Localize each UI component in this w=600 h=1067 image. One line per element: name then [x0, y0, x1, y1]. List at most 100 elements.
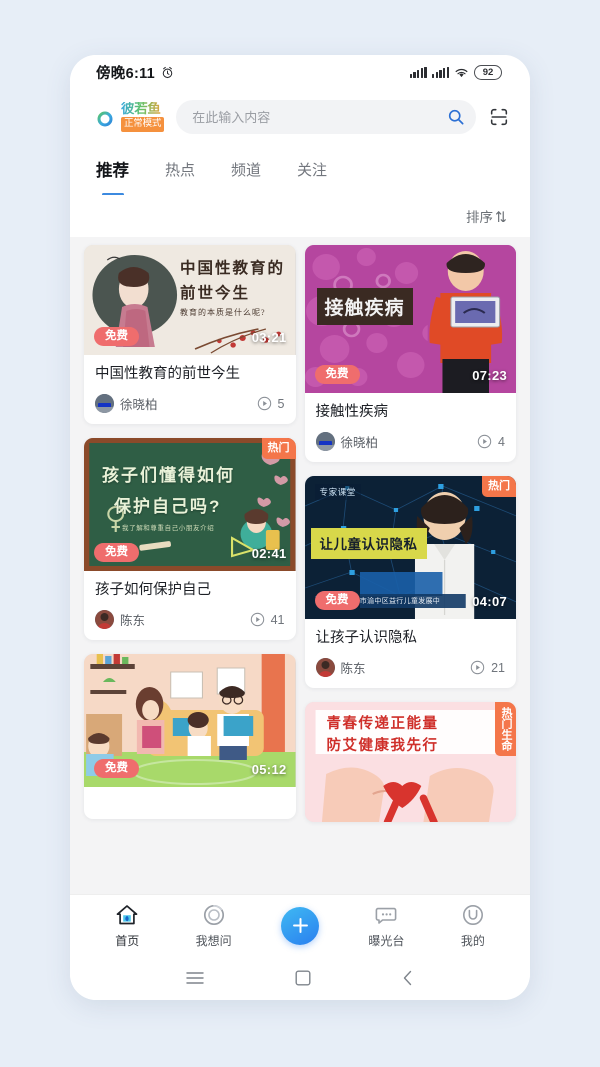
app-logo[interactable]: 彼若鱼 正常模式 — [92, 102, 165, 132]
card-author[interactable]: 徐晓柏 — [315, 432, 378, 452]
card-title: 让孩子认识隐私 — [315, 630, 418, 647]
card-title: 接触性疾病 — [315, 404, 389, 420]
video-thumbnail[interactable]: 专家课堂 让儿童认识隐私 庆市渝中区益行儿童发展中 热门 免费 04:07 — [304, 476, 516, 620]
user-icon — [460, 902, 486, 928]
sort-label: 排序 — [466, 210, 493, 225]
status-left: 傍晚6:11 — [96, 62, 174, 83]
free-badge: 免费 — [94, 326, 139, 346]
free-badge: 免费 — [94, 758, 139, 779]
sort-arrow-icon — [495, 210, 506, 223]
play-icon — [250, 612, 265, 627]
play-count-value: 21 — [491, 660, 505, 675]
category-tabs: 推荐 热点 频道 关注 — [70, 145, 530, 195]
tab-recommend[interactable]: 推荐 — [96, 157, 129, 183]
plus-icon[interactable] — [281, 906, 320, 945]
thumbnail-headline: 接触疾病 — [324, 298, 405, 319]
speech-bubble-icon — [373, 902, 399, 928]
tab-channel[interactable]: 频道 — [231, 159, 261, 182]
video-thumbnail[interactable]: 免费 05:12 — [84, 654, 296, 788]
card-meta: 孩子如何保护自己 陈东 41 — [84, 571, 296, 640]
play-count-value: 5 — [277, 396, 285, 411]
hot-badge: 热门生命 — [495, 702, 516, 757]
back-chevron-icon[interactable] — [402, 970, 414, 986]
scan-qr-icon[interactable] — [488, 106, 510, 128]
card-title: 孩子如何保护自己 — [95, 582, 211, 599]
nav-item-ask[interactable]: 我想问 — [170, 902, 256, 949]
square-home-icon[interactable] — [295, 970, 311, 986]
thumbnail-headline-2: 防艾健康我先行 — [326, 738, 439, 755]
search-bar[interactable] — [176, 100, 476, 134]
video-card[interactable]: 接触疾病 免费 07:23 接触性疾病 徐晓柏 4 — [304, 245, 517, 463]
card-title: 中国性教育的前世今生 — [95, 366, 240, 382]
grid-column-left: 中国性教育的 前世今生 教育的本质是什么呢? 免费 03:21 中国性教育的前世… — [84, 245, 296, 822]
card-footer: 陈东 21 — [315, 658, 505, 678]
video-thumbnail[interactable]: 孩子们懂得如何 保护自己吗? 我了解和尊重自己小朋友介绍 热门 免费 02:41 — [84, 438, 296, 572]
home-icon — [114, 902, 140, 928]
nav-label-ask: 我想问 — [195, 934, 232, 948]
author-name: 陈东 — [120, 614, 146, 629]
free-badge: 免费 — [94, 542, 139, 563]
card-meta: 接触性疾病 徐晓柏 4 — [305, 393, 517, 462]
hot-badge: 热门 — [482, 476, 516, 497]
video-thumbnail[interactable]: 青春传递正能量 防艾健康我先行 热门生命 — [304, 702, 516, 823]
circle-ask-icon — [201, 902, 227, 928]
video-feed: 排序 中国性教育的 前世今生 教育的本质是什么呢? 免费 03:21 中国性教育… — [70, 195, 530, 894]
card-meta — [84, 787, 296, 819]
app-bar: 彼若鱼 正常模式 — [70, 89, 530, 145]
search-icon[interactable] — [447, 108, 465, 126]
play-count: 21 — [470, 660, 505, 675]
author-name: 徐晓柏 — [120, 398, 158, 413]
menu-icon[interactable] — [185, 971, 204, 985]
battery-indicator: 92 — [474, 64, 502, 80]
video-card[interactable]: 专家课堂 让儿童认识隐私 庆市渝中区益行儿童发展中 热门 免费 04:07 让孩… — [304, 476, 516, 689]
card-author[interactable]: 陈东 — [315, 658, 366, 678]
signal-bars-icon-2 — [431, 66, 449, 78]
video-card[interactable]: 青春传递正能量 防艾健康我先行 热门生命 — [304, 702, 516, 823]
thumbnail-headline: 让儿童认识隐私 — [319, 537, 418, 553]
play-icon — [257, 396, 272, 411]
play-icon — [477, 434, 492, 449]
video-thumbnail[interactable]: 接触疾病 免费 07:23 — [304, 245, 516, 393]
nav-item-mine[interactable]: 我的 — [430, 902, 516, 949]
card-author[interactable]: 徐晓柏 — [95, 394, 158, 414]
page-root: 傍晚6:11 92 彼若鱼 正常模式 在此输入内容 推荐 热点 频道 关注 排序… — [0, 0, 600, 1067]
duration-label: 07:23 — [472, 368, 507, 383]
logo-name: 彼若鱼 — [121, 102, 164, 116]
sort-button[interactable]: 排序 — [466, 206, 506, 226]
free-badge: 免费 — [314, 590, 360, 611]
logo-text: 彼若鱼 正常模式 — [121, 102, 165, 132]
wifi-icon — [454, 66, 469, 78]
nav-label-exposure: 曝光台 — [368, 934, 405, 948]
status-bar: 傍晚6:11 92 — [70, 55, 530, 89]
tab-hot[interactable]: 热点 — [165, 159, 195, 182]
card-author[interactable]: 陈东 — [95, 610, 146, 630]
duration-label: 04:07 — [472, 594, 507, 610]
play-count-value: 4 — [498, 434, 505, 449]
free-badge: 免费 — [314, 364, 360, 384]
duration-label: 05:12 — [251, 762, 287, 778]
phone-frame: 傍晚6:11 92 彼若鱼 正常模式 在此输入内容 推荐 热点 频道 关注 排序… — [70, 55, 530, 1000]
nav-item-exposure[interactable]: 曝光台 — [343, 902, 429, 949]
video-card[interactable]: 中国性教育的 前世今生 教育的本质是什么呢? 免费 03:21 中国性教育的前世… — [84, 245, 296, 425]
system-navigation-bar — [70, 956, 530, 1000]
nav-item-add[interactable] — [257, 906, 343, 945]
duration-label: 03:21 — [251, 330, 287, 345]
play-icon — [470, 660, 485, 675]
search-input[interactable] — [192, 109, 441, 125]
video-card[interactable]: 孩子们懂得如何 保护自己吗? 我了解和尊重自己小朋友介绍 热门 免费 02:41… — [84, 438, 296, 641]
duration-label: 02:41 — [251, 546, 287, 562]
author-name: 陈东 — [340, 662, 366, 677]
tab-follow[interactable]: 关注 — [297, 159, 327, 182]
play-count: 41 — [250, 612, 285, 627]
avatar — [95, 394, 114, 414]
video-card[interactable]: 免费 05:12 — [84, 654, 296, 820]
avatar — [315, 432, 335, 452]
thumbnail-caption: 庆市渝中区益行儿童发展中 — [352, 598, 441, 606]
thumbnail-headline-2: 保护自己吗? — [114, 497, 222, 517]
nav-label-home: 首页 — [115, 934, 140, 948]
play-count-value: 41 — [270, 612, 285, 627]
nav-item-home[interactable]: 首页 — [84, 902, 170, 949]
video-thumbnail[interactable]: 中国性教育的 前世今生 教育的本质是什么呢? 免费 03:21 — [84, 245, 296, 355]
thumbnail-headline: 青春传递正能量 — [326, 716, 439, 733]
thumbnail-headline-2: 前世今生 — [180, 285, 251, 302]
